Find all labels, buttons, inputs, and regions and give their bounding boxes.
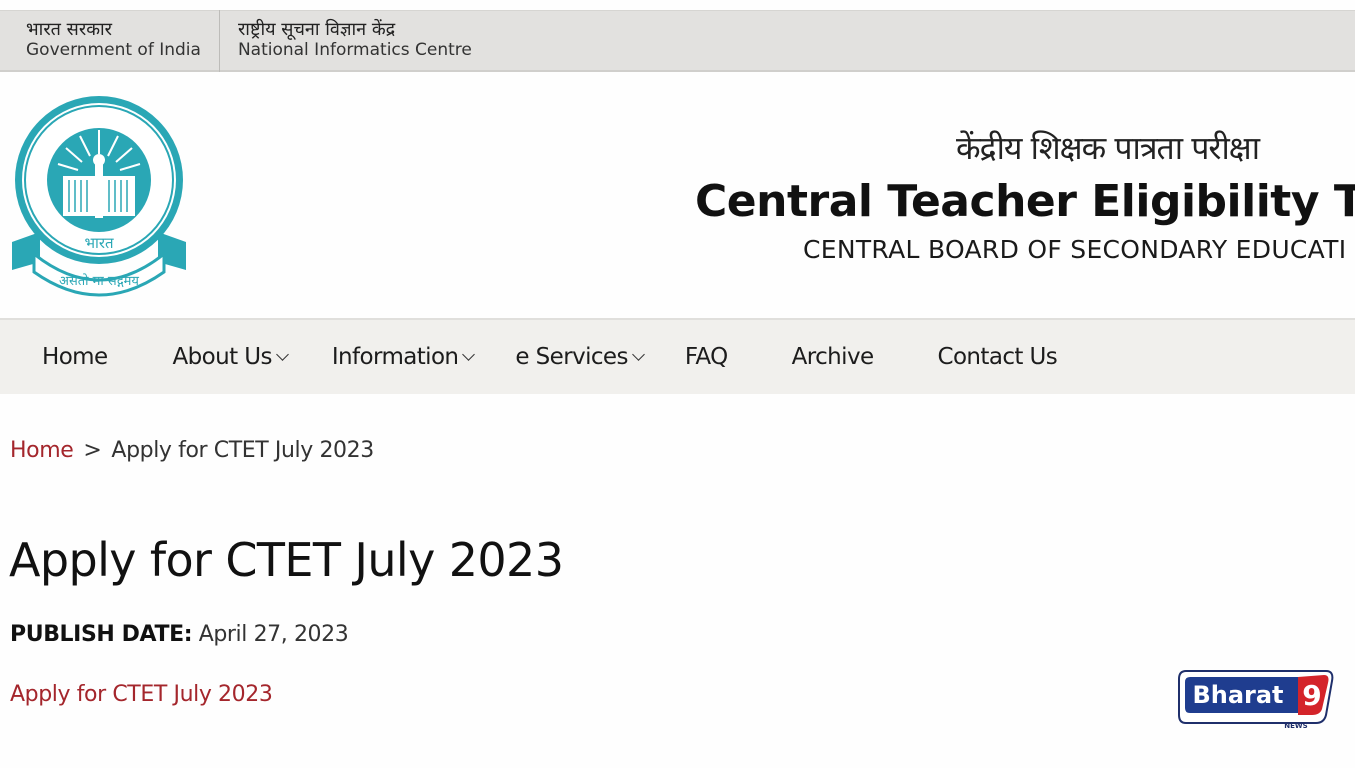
nic-english-label: National Informatics Centre: [237, 40, 472, 61]
nic-hindi-label: राष्ट्रीय सूचना विज्ञान केंद्र: [237, 19, 396, 41]
watermark-brand: Bharat: [1192, 681, 1283, 709]
main-nav: Home About Us Information e Services FAQ…: [0, 318, 1355, 394]
nav-e-services[interactable]: e Services: [515, 344, 645, 370]
nav-archive[interactable]: Archive: [792, 344, 874, 370]
page-title: Apply for CTET July 2023: [9, 533, 564, 587]
site-subtitle: CENTRAL BOARD OF SECONDARY EDUCATI: [803, 235, 1347, 264]
nav-archive-label: Archive: [791, 344, 874, 370]
nav-home[interactable]: Home: [42, 344, 108, 370]
publish-date-value: April 27, 2023: [198, 622, 349, 647]
govt-english-label: Government of India: [26, 40, 201, 61]
nav-information-label: Information: [331, 344, 459, 370]
site-title: Central Teacher Eligibility Test: [695, 176, 1355, 227]
chevron-down-icon: [632, 348, 645, 361]
apply-ctet-link[interactable]: Apply for CTET July 2023: [10, 682, 273, 707]
logo-motto-text: असतो मा सद्गमय: [59, 273, 139, 289]
breadcrumb-home-link[interactable]: Home: [10, 438, 74, 463]
nav-contact-us-label: Contact Us: [937, 344, 1058, 370]
nav-information[interactable]: Information: [331, 344, 476, 370]
nav-about-us-label: About Us: [172, 344, 273, 370]
breadcrumb-separator: >: [83, 438, 102, 463]
site-title-hindi: केंद्रीय शिक्षक पात्रता परीक्षा: [956, 129, 1260, 167]
breadcrumb: Home > Apply for CTET July 2023: [10, 438, 374, 463]
nav-e-services-label: e Services: [515, 344, 628, 370]
bharat9-news-logo-icon: Bharat 9 NEWS: [1178, 670, 1334, 730]
chevron-down-icon: [462, 348, 476, 361]
nav-contact-us[interactable]: Contact Us: [938, 344, 1058, 370]
gov-bar: भारत सरकार Government of India राष्ट्रीय…: [0, 9, 1355, 72]
cbse-emblem-icon[interactable]: भारत असतो मा सद्गमय: [10, 92, 188, 297]
nic-link[interactable]: राष्ट्रीय सूचना विज्ञान केंद्र National …: [218, 9, 490, 72]
govt-hindi-label: भारत सरकार: [26, 19, 113, 41]
logo-bharat-text: भारत: [84, 234, 114, 252]
nav-home-label: Home: [42, 344, 108, 370]
site-header: भारत असतो मा सद्गमय केंद्रीय शिक्षक पात्…: [0, 72, 1355, 318]
breadcrumb-current: Apply for CTET July 2023: [111, 438, 374, 463]
publish-date-label: PUBLISH DATE:: [10, 622, 193, 647]
chevron-down-icon: [276, 348, 289, 361]
publish-date: PUBLISH DATE: April 27, 2023: [10, 622, 349, 647]
govt-of-india-link[interactable]: भारत सरकार Government of India: [0, 10, 219, 72]
watermark-number: 9: [1302, 679, 1321, 712]
nav-faq[interactable]: FAQ: [685, 344, 728, 370]
nav-faq-label: FAQ: [684, 344, 728, 370]
nav-about-us[interactable]: About Us: [172, 344, 289, 370]
watermark-news: NEWS: [1284, 722, 1307, 730]
